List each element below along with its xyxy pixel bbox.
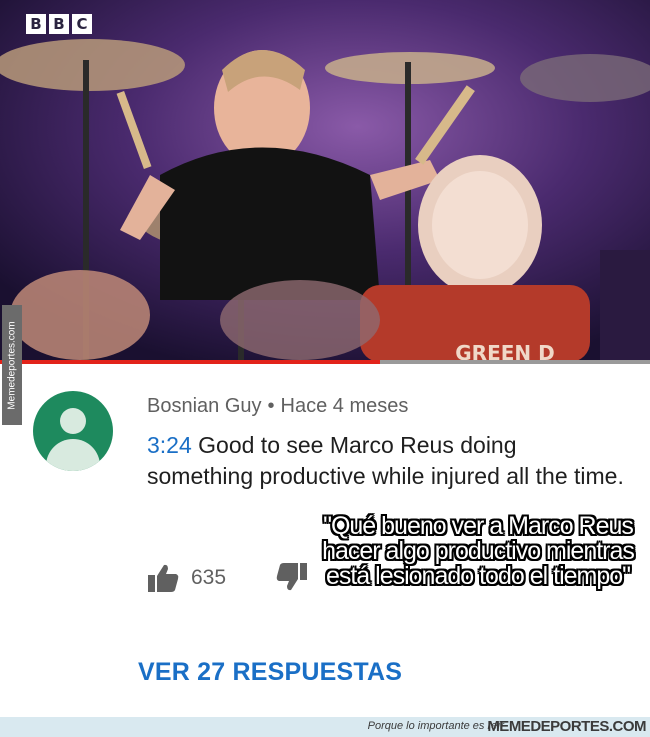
avatar-body [46,439,100,471]
view-replies-button[interactable]: VER 27 RESPUESTAS [138,658,402,687]
bbc-logo-letter: C [72,14,92,34]
thumbs-up-icon [148,564,179,592]
footer-tagline: Porque lo importante es reír [367,720,504,732]
comment-body-text: Good to see Marco Reus doing something p… [147,432,624,489]
like-button[interactable]: 635 [147,560,226,596]
bbc-logo-letter: B [49,14,69,34]
side-watermark: Memedeportes.com [2,305,22,425]
video-progress-bar[interactable] [0,360,650,364]
video-thumbnail[interactable]: GREEN D B B C [0,0,650,362]
comment-header: Bosnian Guy • Hace 4 meses [147,395,408,418]
comment-author[interactable]: Bosnian Guy [147,395,262,417]
bass-drum-text: GREEN D [455,341,554,362]
timestamp-link[interactable]: 3:24 [147,432,192,458]
video-progress-fill [0,360,381,364]
bbc-logo: B B C [26,14,92,34]
comment-text: 3:24 Good to see Marco Reus doing someth… [147,430,627,492]
avatar[interactable] [33,391,113,471]
like-count: 635 [191,566,227,589]
footer-watermark: Porque lo importante es reír MEMEDEPORTE… [0,717,650,737]
side-watermark-text: Memedeportes.com [6,320,18,410]
comment-date[interactable]: Hace 4 meses [281,395,409,417]
avatar-head [60,408,86,434]
drummer-scene: GREEN D [0,0,650,362]
dislike-button[interactable] [276,562,308,597]
footer-brand: MEMEDEPORTES.COM [487,718,646,735]
thumbs-down-icon [276,563,307,591]
header-separator: • [267,395,275,417]
bbc-logo-letter: B [26,14,46,34]
overlay-caption: "Qué bueno ver a Marco Reus hacer algo p… [322,512,635,590]
